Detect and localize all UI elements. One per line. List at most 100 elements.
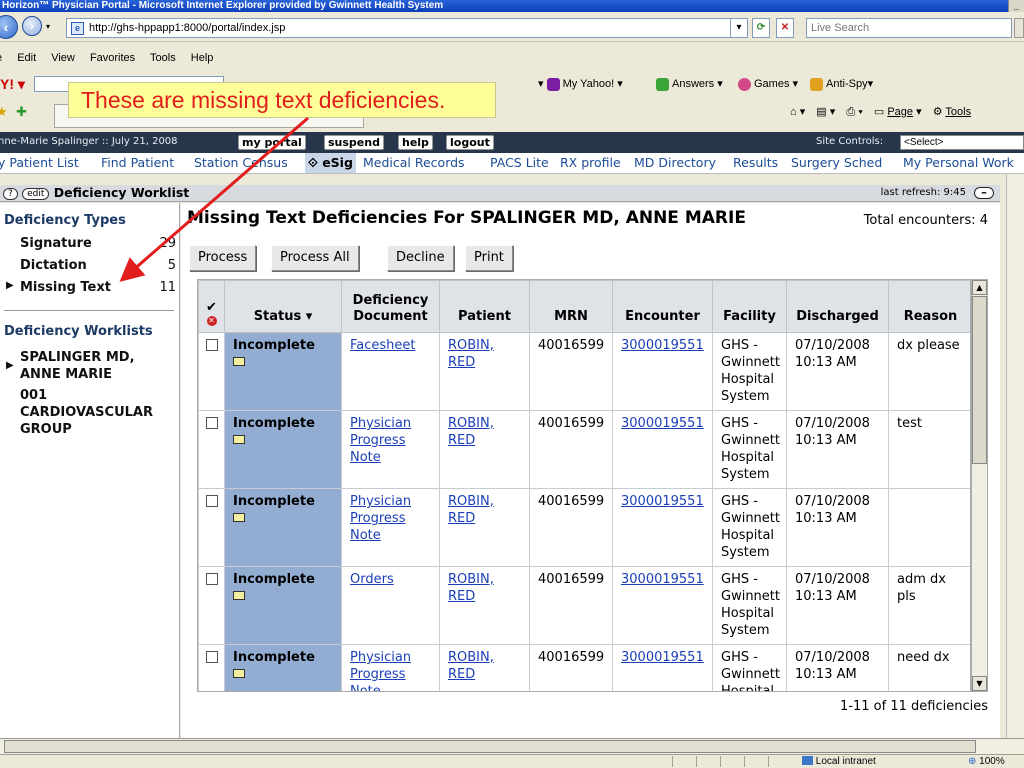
my-portal-button[interactable]: my portal (238, 135, 306, 150)
favorites-star-icon[interactable]: ★ (0, 104, 8, 120)
column-encounter[interactable]: Encounter (612, 280, 713, 333)
patient-link[interactable]: ROBIN, RED (448, 338, 494, 370)
page-scrollbar[interactable] (1006, 174, 1024, 738)
column-status[interactable]: Status ▾ (224, 280, 342, 333)
back-arrow-icon[interactable]: ‹ (0, 15, 18, 39)
process-button[interactable]: Process (189, 245, 257, 271)
nav-my-personal-work[interactable]: My Personal Work (903, 153, 1014, 173)
sidebar-item-signature[interactable]: Signature 29 (20, 236, 176, 251)
encounter-link[interactable]: 3000019551 (621, 650, 704, 665)
stop-icon[interactable]: ✕ (776, 18, 794, 38)
edit-button[interactable]: edit (22, 188, 50, 200)
row-checkbox[interactable] (205, 651, 218, 663)
suspend-button[interactable]: suspend (324, 135, 384, 150)
scroll-thumb[interactable] (972, 296, 987, 464)
feeds-icon[interactable]: ▤ ▾ (816, 106, 835, 118)
note-icon[interactable] (233, 669, 245, 678)
document-link[interactable]: Physician Progress Note (350, 650, 411, 691)
nav-station-census[interactable]: Station Census (194, 153, 288, 173)
nav-esig[interactable]: ⟐ eSig (305, 153, 356, 173)
scroll-down-icon[interactable]: ▼ (972, 676, 987, 691)
select-all-header[interactable]: ✔ ✕ (198, 280, 225, 333)
yahoo-antispy-button[interactable]: Anti-Spy▾ (810, 70, 873, 98)
nav-rx-profile[interactable]: RX profile (560, 153, 621, 173)
note-icon[interactable] (233, 435, 245, 444)
decline-button[interactable]: Decline (387, 245, 454, 271)
nav-find-patient[interactable]: Find Patient (101, 153, 174, 173)
nav-pacs-lite[interactable]: PACS Lite (490, 153, 549, 173)
row-checkbox[interactable] (205, 495, 218, 507)
row-checkbox[interactable] (205, 417, 218, 429)
window-controls[interactable]: _ (1008, 0, 1024, 12)
home-icon[interactable]: ⌂ ▾ (790, 106, 805, 118)
document-link[interactable]: Physician Progress Note (350, 416, 411, 465)
process-all-button[interactable]: Process All (271, 245, 359, 271)
column-patient[interactable]: Patient (439, 280, 530, 333)
worklist-cardiovascular[interactable]: 001 CARDIOVASCULAR GROUP (20, 387, 170, 438)
column-reason[interactable]: Reason (888, 280, 970, 333)
print-icon[interactable]: ⎙ ▾ (846, 106, 862, 118)
collapse-icon[interactable]: – (974, 187, 994, 199)
live-search-input[interactable]: Live Search (806, 18, 1012, 38)
menu-view[interactable]: View (51, 52, 75, 64)
note-icon[interactable] (233, 513, 245, 522)
help-icon[interactable]: ? (3, 188, 18, 200)
refresh-icon[interactable]: ⟳ (752, 18, 770, 38)
encounter-link[interactable]: 3000019551 (621, 494, 704, 509)
nav-results[interactable]: Results (733, 153, 778, 173)
zoom-icon: ⊕ (968, 756, 977, 767)
site-controls-select[interactable]: <Select> (900, 135, 1024, 150)
row-checkbox[interactable] (205, 573, 218, 585)
sidebar-item-missing-text[interactable]: ▶ Missing Text 11 (6, 280, 176, 295)
patient-link[interactable]: ROBIN, RED (448, 572, 494, 604)
menu-help[interactable]: Help (191, 52, 214, 64)
yahoo-games-button[interactable]: Games ▾ (738, 70, 798, 98)
horizontal-scrollbar[interactable] (0, 738, 1024, 754)
menu-file[interactable]: e (0, 52, 2, 64)
document-link[interactable]: Physician Progress Note (350, 494, 411, 543)
tools-menu[interactable]: ⚙ Tools (933, 106, 971, 118)
yahoo-logo-icon[interactable]: Y! ▾ (0, 70, 25, 98)
sidebar-item-dictation[interactable]: Dictation 5 (20, 258, 176, 273)
yahoo-answers-button[interactable]: Answers ▾ (656, 70, 723, 98)
help-button[interactable]: help (398, 135, 433, 150)
document-link[interactable]: Facesheet (350, 338, 416, 353)
nav-surgery-sched[interactable]: Surgery Sched (791, 153, 882, 173)
yahoo-my-yahoo-button[interactable]: ▾ My Yahoo! ▾ (538, 70, 623, 98)
patient-link[interactable]: ROBIN, RED (448, 650, 494, 682)
column-mrn[interactable]: MRN (529, 280, 613, 333)
page-menu[interactable]: ▭ Page ▾ (874, 106, 922, 118)
patient-link[interactable]: ROBIN, RED (448, 494, 494, 526)
forward-arrow-icon[interactable]: › (22, 16, 42, 36)
encounter-link[interactable]: 3000019551 (621, 572, 704, 587)
encounter-link[interactable]: 3000019551 (621, 338, 704, 353)
menu-tools[interactable]: Tools (150, 52, 176, 64)
column-document[interactable]: Deficiency Document (341, 280, 440, 333)
encounter-link[interactable]: 3000019551 (621, 416, 704, 431)
menu-favorites[interactable]: Favorites (90, 52, 135, 64)
column-facility[interactable]: Facility (712, 280, 787, 333)
print-button[interactable]: Print (465, 245, 513, 271)
horizontal-scroll-thumb[interactable] (4, 740, 976, 753)
note-icon[interactable] (233, 591, 245, 600)
history-dropdown-icon[interactable]: ▾ (46, 22, 50, 31)
scroll-up-icon[interactable]: ▲ (972, 280, 987, 295)
nav-medical-records[interactable]: Medical Records (363, 153, 465, 173)
row-checkbox[interactable] (205, 339, 218, 351)
menu-edit[interactable]: Edit (17, 52, 36, 64)
column-discharged[interactable]: Discharged (786, 280, 889, 333)
address-dropdown-icon[interactable]: ▾ (730, 18, 748, 38)
clear-selection-icon[interactable]: ✕ (206, 316, 217, 326)
note-icon[interactable] (233, 357, 245, 366)
search-icon[interactable] (1014, 18, 1024, 38)
add-favorites-icon[interactable]: ✚ (16, 104, 27, 120)
worklist-spalinger[interactable]: ▶ SPALINGER MD, ANNE MARIE (6, 349, 160, 383)
nav-patient-list[interactable]: y Patient List (0, 153, 79, 173)
document-link[interactable]: Orders (350, 572, 394, 587)
table-scrollbar[interactable]: ▲ ▼ (971, 279, 988, 692)
zoom-level[interactable]: ⊕ 100% (968, 755, 1005, 768)
patient-link[interactable]: ROBIN, RED (448, 416, 494, 448)
nav-md-directory[interactable]: MD Directory (634, 153, 716, 173)
address-input[interactable]: e http://ghs-hppapp1:8000/portal/index.j… (66, 18, 740, 38)
logout-button[interactable]: logout (446, 135, 494, 150)
